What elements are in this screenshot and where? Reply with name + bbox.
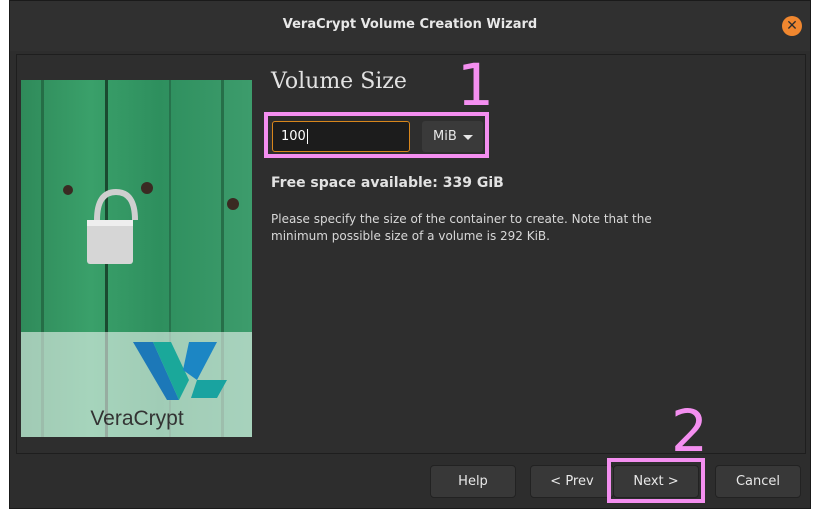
size-description: Please specify the size of the container… <box>271 212 652 243</box>
step-marker-1: 1 <box>457 51 494 119</box>
padlock-door-illustration: VeraCrypt <box>21 80 252 437</box>
close-icon: ✕ <box>786 18 798 34</box>
page-heading: Volume Size <box>271 69 407 94</box>
highlight-box-1 <box>264 112 489 158</box>
window-title: VeraCrypt Volume Creation Wizard <box>282 17 538 32</box>
wizard-side-image: VeraCrypt <box>21 80 252 437</box>
free-space-label: Free space available: 339 GiB <box>271 175 504 191</box>
veracrypt-logo-text: VeraCrypt <box>90 407 184 430</box>
prev-button[interactable]: < Prev <box>530 465 614 498</box>
close-button[interactable]: ✕ <box>782 16 802 36</box>
title-bar: VeraCrypt Volume Creation Wizard ✕ <box>10 1 810 51</box>
step-marker-2: 2 <box>671 397 708 465</box>
cancel-button[interactable]: Cancel <box>715 465 801 498</box>
help-button[interactable]: Help <box>430 465 516 498</box>
